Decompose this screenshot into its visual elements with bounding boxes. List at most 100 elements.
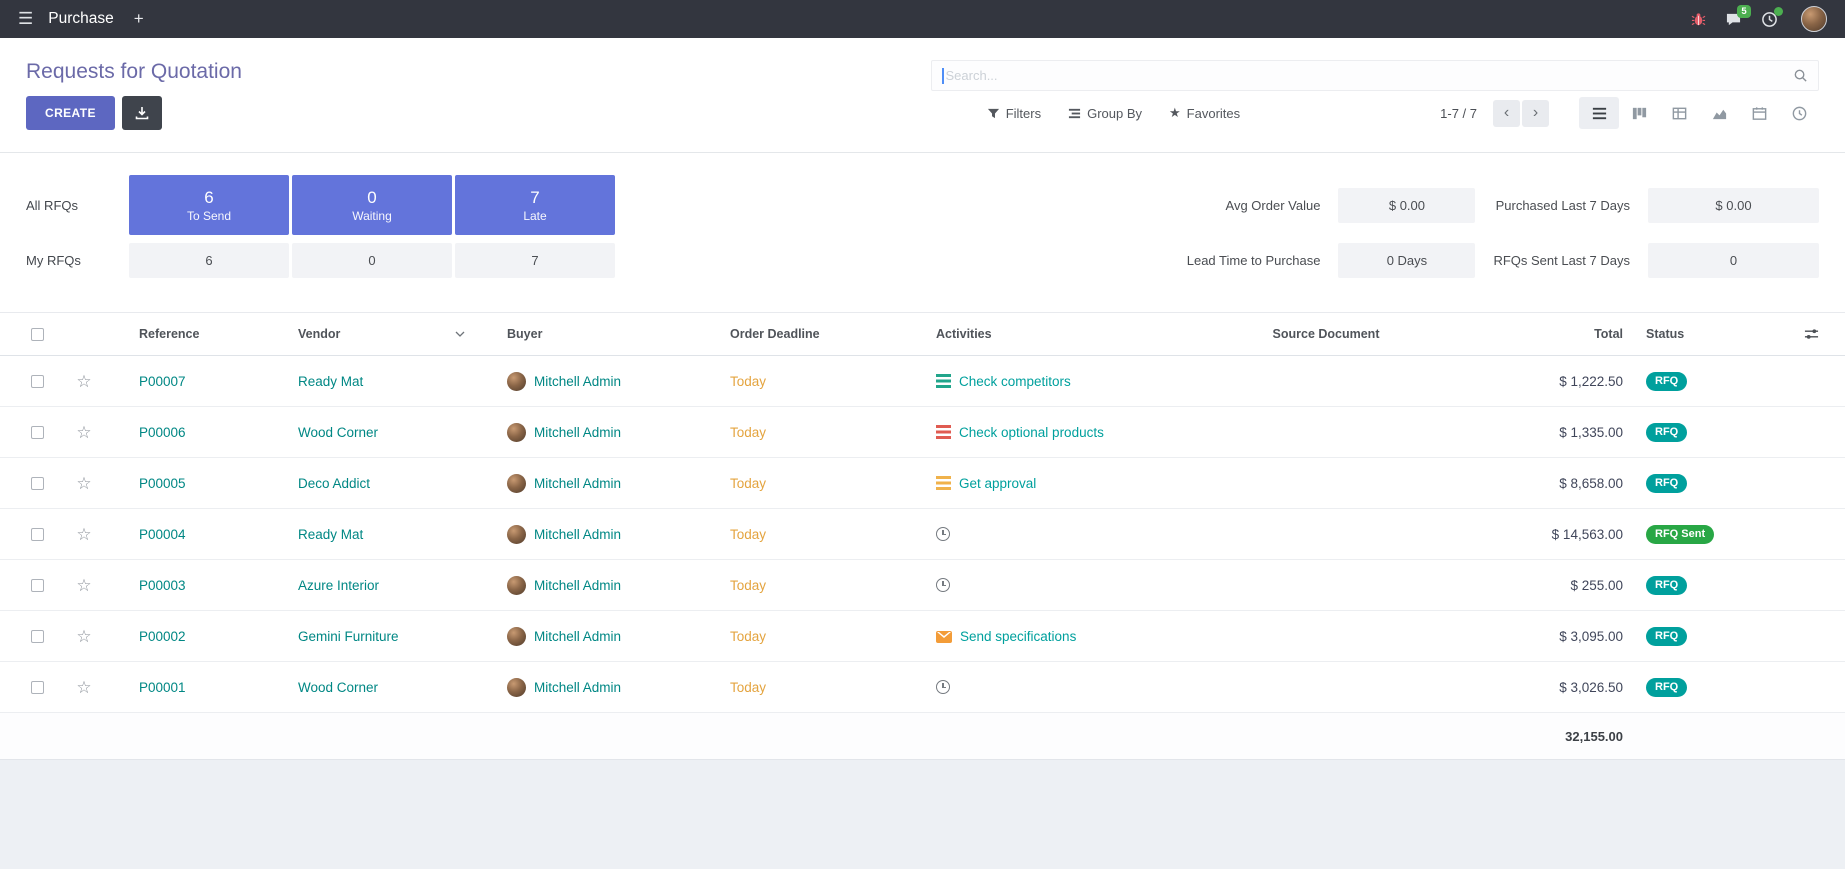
table-row[interactable]: ☆ P00003 Azure Interior Mitchell Admin T…: [0, 560, 1845, 611]
pager-next-button[interactable]: ›: [1522, 100, 1549, 127]
reference-link[interactable]: P00007: [139, 374, 186, 389]
column-header-status[interactable]: Status: [1626, 313, 1770, 355]
activity-link[interactable]: Check competitors: [959, 374, 1071, 389]
activity-link[interactable]: Send specifications: [960, 629, 1076, 644]
favorite-star-icon[interactable]: ☆: [76, 628, 91, 645]
reference-link[interactable]: P00003: [139, 578, 186, 593]
activity-list-icon[interactable]: [936, 425, 951, 439]
favorites-star-icon: ★: [1169, 105, 1181, 121]
buyer-link[interactable]: Mitchell Admin: [534, 425, 621, 440]
activity-list-icon[interactable]: [936, 374, 951, 388]
table-row[interactable]: ☆ P00004 Ready Mat Mitchell Admin Today …: [0, 509, 1845, 560]
app-name[interactable]: Purchase: [48, 10, 113, 28]
vendor-link[interactable]: Azure Interior: [298, 578, 379, 593]
column-header-activities[interactable]: Activities: [936, 313, 1206, 355]
order-deadline-value: Today: [730, 629, 766, 644]
buyer-link[interactable]: Mitchell Admin: [534, 374, 621, 389]
graph-view-button[interactable]: [1699, 97, 1739, 129]
export-button[interactable]: [122, 96, 162, 130]
table-row[interactable]: ☆ P00001 Wood Corner Mitchell Admin Toda…: [0, 662, 1845, 713]
activity-clock-icon[interactable]: [936, 527, 950, 541]
buyer-link[interactable]: Mitchell Admin: [534, 476, 621, 491]
table-row[interactable]: ☆ P00006 Wood Corner Mitchell Admin Toda…: [0, 407, 1845, 458]
debug-bug-icon[interactable]: [1691, 12, 1706, 27]
kanban-view-button[interactable]: [1619, 97, 1659, 129]
optional-columns-icon[interactable]: [1804, 327, 1819, 341]
activity-view-button[interactable]: [1779, 97, 1819, 129]
vendor-link[interactable]: Gemini Furniture: [298, 629, 399, 644]
buyer-link[interactable]: Mitchell Admin: [534, 629, 621, 644]
activity-clock-icon[interactable]: [936, 680, 950, 694]
create-button[interactable]: CREATE: [26, 96, 115, 130]
pivot-view-button[interactable]: [1659, 97, 1699, 129]
favorite-star-icon[interactable]: ☆: [76, 679, 91, 696]
buyer-avatar: [507, 525, 526, 544]
table-row[interactable]: ☆ P00005 Deco Addict Mitchell Admin Toda…: [0, 458, 1845, 509]
list-view-button[interactable]: [1579, 97, 1619, 129]
favorite-star-icon[interactable]: ☆: [76, 475, 91, 492]
column-header-vendor[interactable]: Vendor: [298, 313, 507, 355]
activities-clock-icon[interactable]: [1761, 11, 1778, 28]
column-header-reference[interactable]: Reference: [112, 313, 298, 355]
filters-button[interactable]: Filters: [987, 106, 1041, 121]
favorite-star-icon[interactable]: ☆: [76, 526, 91, 543]
search-caret: [942, 68, 944, 84]
user-avatar[interactable]: [1801, 6, 1827, 32]
total-value: $ 3,095.00: [1559, 629, 1623, 644]
column-header-source[interactable]: Source Document: [1206, 313, 1446, 355]
buyer-link[interactable]: Mitchell Admin: [534, 527, 621, 542]
group-by-button[interactable]: Group By: [1068, 106, 1142, 121]
apps-menu-icon[interactable]: ☰: [18, 9, 33, 29]
search-icon[interactable]: [1793, 68, 1808, 83]
search-box[interactable]: [931, 60, 1819, 91]
reference-link[interactable]: P00001: [139, 680, 186, 695]
buyer-avatar: [507, 474, 526, 493]
row-checkbox[interactable]: [31, 375, 44, 388]
reference-link[interactable]: P00004: [139, 527, 186, 542]
vendor-link[interactable]: Ready Mat: [298, 527, 363, 542]
reference-link[interactable]: P00005: [139, 476, 186, 491]
buyer-link[interactable]: Mitchell Admin: [534, 578, 621, 593]
kpi-waiting[interactable]: 0 Waiting: [292, 175, 452, 235]
row-checkbox[interactable]: [31, 681, 44, 694]
my-waiting-count[interactable]: 0: [292, 243, 452, 278]
favorite-star-icon[interactable]: ☆: [76, 373, 91, 390]
select-all-checkbox[interactable]: [31, 328, 44, 341]
row-checkbox[interactable]: [31, 477, 44, 490]
row-checkbox[interactable]: [31, 528, 44, 541]
column-header-buyer[interactable]: Buyer: [507, 313, 730, 355]
activity-clock-icon[interactable]: [936, 578, 950, 592]
table-row[interactable]: ☆ P00007 Ready Mat Mitchell Admin Today …: [0, 356, 1845, 407]
activity-list-icon[interactable]: [936, 476, 951, 490]
favorite-star-icon[interactable]: ☆: [76, 424, 91, 441]
favorites-button[interactable]: ★ Favorites: [1169, 105, 1240, 121]
vendor-link[interactable]: Deco Addict: [298, 476, 370, 491]
search-input[interactable]: [946, 68, 1794, 83]
activity-envelope-icon[interactable]: [936, 631, 952, 643]
group-by-icon: [1068, 107, 1081, 120]
vendor-link[interactable]: Wood Corner: [298, 680, 378, 695]
vendor-link[interactable]: Wood Corner: [298, 425, 378, 440]
favorite-star-icon[interactable]: ☆: [76, 577, 91, 594]
activity-link[interactable]: Check optional products: [959, 425, 1104, 440]
row-checkbox[interactable]: [31, 630, 44, 643]
messages-icon[interactable]: 5: [1725, 12, 1742, 27]
column-header-total[interactable]: Total: [1446, 313, 1626, 355]
plus-icon[interactable]: +: [134, 9, 144, 29]
activity-link[interactable]: Get approval: [959, 476, 1036, 491]
kpi-late[interactable]: 7 Late: [455, 175, 615, 235]
table-row[interactable]: ☆ P00002 Gemini Furniture Mitchell Admin…: [0, 611, 1845, 662]
vendor-link[interactable]: Ready Mat: [298, 374, 363, 389]
my-late-count[interactable]: 7: [455, 243, 615, 278]
my-to-send-count[interactable]: 6: [129, 243, 289, 278]
reference-link[interactable]: P00006: [139, 425, 186, 440]
buyer-link[interactable]: Mitchell Admin: [534, 680, 621, 695]
kpi-to-send[interactable]: 6 To Send: [129, 175, 289, 235]
pager-previous-button[interactable]: ‹: [1493, 100, 1520, 127]
reference-link[interactable]: P00002: [139, 629, 186, 644]
calendar-view-button[interactable]: [1739, 97, 1779, 129]
row-checkbox[interactable]: [31, 426, 44, 439]
row-checkbox[interactable]: [31, 579, 44, 592]
buyer-avatar: [507, 627, 526, 646]
column-header-deadline[interactable]: Order Deadline: [730, 313, 936, 355]
